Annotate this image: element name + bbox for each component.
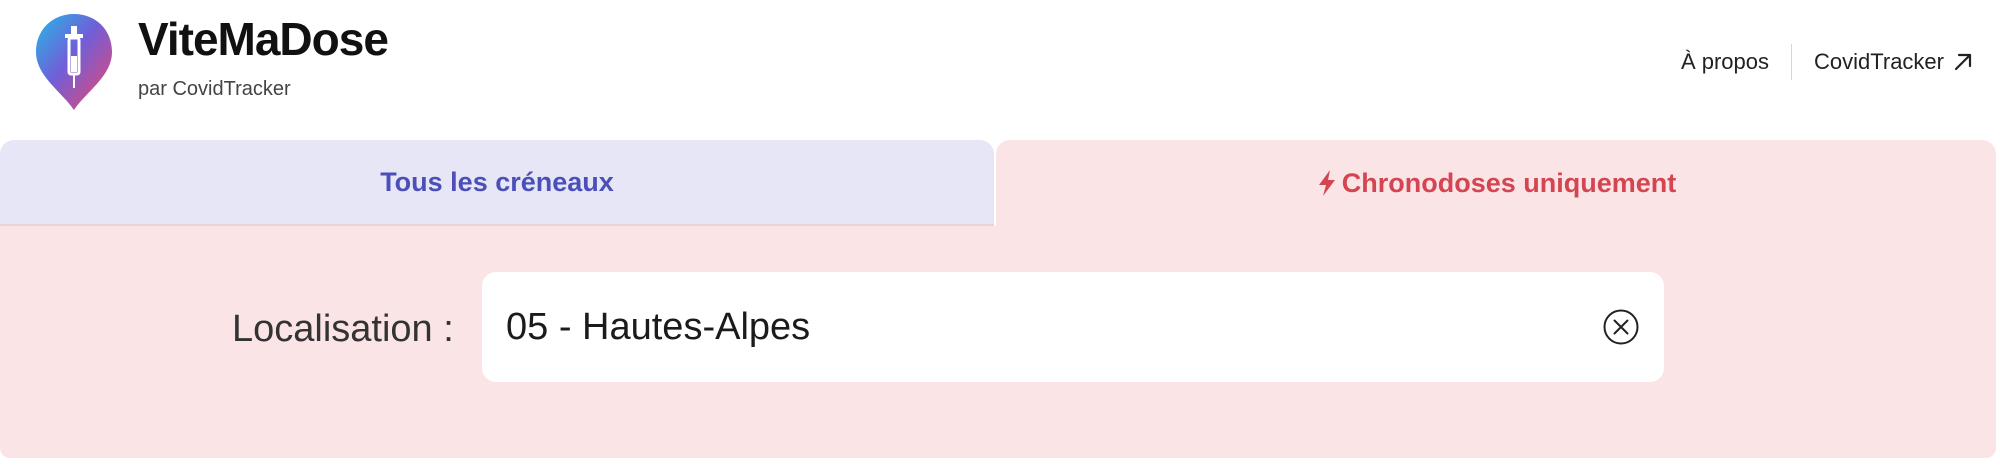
about-link-label: À propos [1680, 49, 1769, 74]
site-header: ViteMaDose par CovidTracker À propos Cov… [0, 0, 2000, 138]
nav-divider [1791, 44, 1792, 80]
location-input[interactable]: 05 - Hautes-Alpes [482, 272, 1664, 382]
tab-chronodoses-label: Chronodoses uniquement [1341, 167, 1677, 198]
location-input-value: 05 - Hautes-Alpes [506, 305, 811, 348]
tab-all-slots[interactable]: Tous les créneaux [0, 140, 994, 226]
syringe-pin-logo-icon[interactable] [32, 12, 116, 112]
about-link[interactable]: À propos [1681, 49, 1769, 75]
search-tabs: Tous les créneaux Chronodoses uniquement… [0, 140, 2000, 458]
tab-all-slots-label: Tous les créneaux [380, 166, 614, 197]
search-panel: Localisation : 05 - Hautes-Alpes [0, 226, 1996, 458]
brand-title[interactable]: ViteMaDose [138, 12, 389, 66]
clear-circle-x-icon[interactable] [1602, 308, 1640, 346]
lightning-bolt-icon [1318, 170, 1335, 196]
arrow-up-right-icon [1954, 53, 1972, 71]
covidtracker-link-label: CovidTracker [1814, 49, 1944, 74]
tab-chronodoses[interactable]: Chronodoses uniquement [996, 140, 1996, 226]
brand-subtitle: par CovidTracker [138, 78, 291, 100]
covidtracker-link[interactable]: CovidTracker [1814, 49, 1974, 75]
top-nav: À propos CovidTracker [1681, 44, 1974, 80]
location-label: Localisation : [232, 308, 454, 350]
